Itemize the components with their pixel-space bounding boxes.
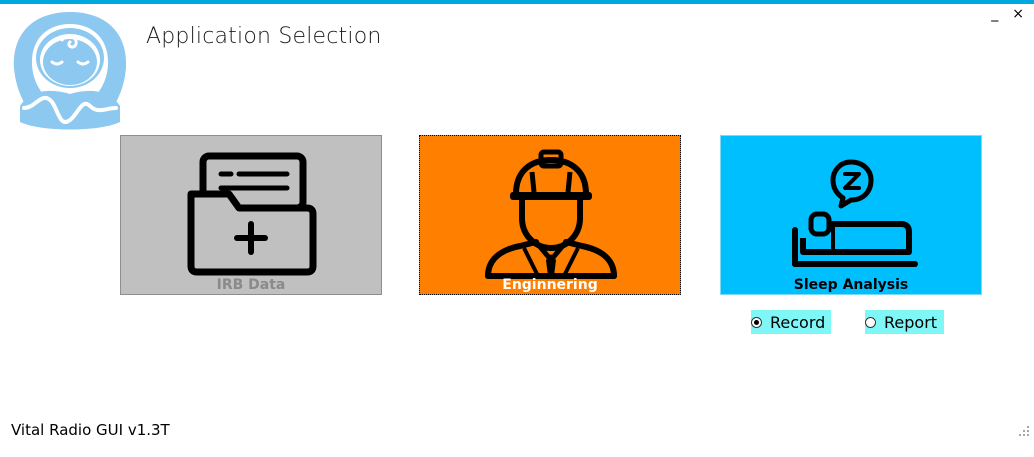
engineering-label: Enginnering <box>502 277 598 293</box>
irb-data-label: IRB Data <box>216 277 286 293</box>
resize-grip-icon[interactable] <box>1018 425 1030 437</box>
close-button[interactable]: × <box>1012 6 1024 22</box>
sleeping-person-icon <box>792 159 918 267</box>
sleep-analysis-tile[interactable]: Sleep Analysis <box>720 135 982 295</box>
radio-unselected-icon <box>865 316 876 328</box>
sleep-analysis-label: Sleep Analysis <box>793 277 909 293</box>
version-label: Vital Radio GUI v1.3T <box>11 421 170 439</box>
folder-plus-icon <box>187 152 317 276</box>
record-radio[interactable]: Record <box>751 310 831 334</box>
report-radio[interactable]: Report <box>865 310 944 334</box>
window-controls: _ × <box>991 6 1024 22</box>
engineering-tile[interactable]: Enginnering <box>419 135 681 295</box>
irb-data-tile[interactable]: IRB Data <box>120 135 382 295</box>
engineer-icon <box>485 149 617 279</box>
page-title: Application Selection <box>146 24 382 49</box>
minimize-button[interactable]: _ <box>991 6 998 22</box>
window-top-strip <box>0 0 1034 4</box>
report-radio-label: Report <box>884 312 938 332</box>
record-radio-label: Record <box>770 312 826 332</box>
baby-logo-icon <box>13 12 127 130</box>
radio-selected-icon <box>751 316 762 328</box>
